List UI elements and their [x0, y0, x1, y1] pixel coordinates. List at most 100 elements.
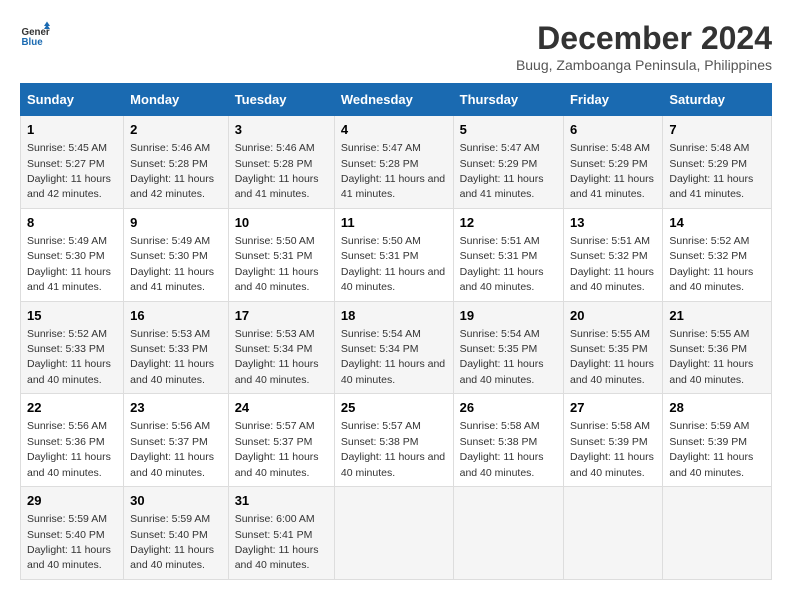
calendar-cell: 21Sunrise: 5:55 AMSunset: 5:36 PMDayligh…	[663, 301, 772, 394]
day-number: 19	[460, 307, 557, 325]
day-number: 8	[27, 214, 117, 232]
cell-info: Sunrise: 5:46 AMSunset: 5:28 PMDaylight:…	[235, 142, 319, 200]
header-cell-tuesday: Tuesday	[228, 84, 334, 116]
day-number: 2	[130, 121, 222, 139]
day-number: 10	[235, 214, 328, 232]
calendar-cell: 31Sunrise: 6:00 AMSunset: 5:41 PMDayligh…	[228, 487, 334, 580]
cell-info: Sunrise: 5:58 AMSunset: 5:39 PMDaylight:…	[570, 420, 654, 478]
calendar-cell: 15 Sunrise: 5:52 AMSunset: 5:33 PMDayligh…	[21, 301, 124, 394]
day-number: 25	[341, 399, 447, 417]
cell-info: Sunrise: 5:46 AMSunset: 5:28 PMDaylight:…	[130, 142, 214, 200]
calendar-cell: 10 Sunrise: 5:50 AMSunset: 5:31 PMDayligh…	[228, 208, 334, 301]
calendar-cell: 24Sunrise: 5:57 AMSunset: 5:37 PMDayligh…	[228, 394, 334, 487]
day-number: 6	[570, 121, 656, 139]
calendar-cell: 26Sunrise: 5:58 AMSunset: 5:38 PMDayligh…	[453, 394, 563, 487]
logo-icon: General Blue	[20, 20, 50, 50]
cell-info: Sunrise: 5:59 AMSunset: 5:40 PMDaylight:…	[27, 513, 111, 571]
day-number: 29	[27, 492, 117, 510]
day-number: 1	[27, 121, 117, 139]
header-cell-sunday: Sunday	[21, 84, 124, 116]
cell-info: Sunrise: 5:48 AMSunset: 5:29 PMDaylight:…	[669, 142, 753, 200]
cell-info: Sunrise: 5:50 AMSunset: 5:31 PMDaylight:…	[235, 235, 319, 293]
cell-info: Sunrise: 5:52 AMSunset: 5:32 PMDaylight:…	[669, 235, 753, 293]
calendar-cell: 11 Sunrise: 5:50 AMSunset: 5:31 PMDayligh…	[334, 208, 453, 301]
calendar-cell: 14 Sunrise: 5:52 AMSunset: 5:32 PMDayligh…	[663, 208, 772, 301]
week-row-1: 1 Sunrise: 5:45 AMSunset: 5:27 PMDaylight…	[21, 116, 772, 209]
cell-info: Sunrise: 6:00 AMSunset: 5:41 PMDaylight:…	[235, 513, 319, 571]
calendar-cell: 8 Sunrise: 5:49 AMSunset: 5:30 PMDaylight…	[21, 208, 124, 301]
calendar-cell	[663, 487, 772, 580]
day-number: 23	[130, 399, 222, 417]
calendar-cell	[563, 487, 662, 580]
cell-info: Sunrise: 5:51 AMSunset: 5:32 PMDaylight:…	[570, 235, 654, 293]
calendar-cell: 27 Sunrise: 5:58 AMSunset: 5:39 PMDayligh…	[563, 394, 662, 487]
day-number: 3	[235, 121, 328, 139]
calendar-cell: 1 Sunrise: 5:45 AMSunset: 5:27 PMDaylight…	[21, 116, 124, 209]
calendar-cell: 9 Sunrise: 5:49 AMSunset: 5:30 PMDaylight…	[124, 208, 229, 301]
day-number: 15	[27, 307, 117, 325]
calendar-table: SundayMondayTuesdayWednesdayThursdayFrid…	[20, 83, 772, 580]
cell-info: Sunrise: 5:55 AMSunset: 5:36 PMDaylight:…	[669, 328, 753, 386]
cell-info: Sunrise: 5:49 AMSunset: 5:30 PMDaylight:…	[130, 235, 214, 293]
title-area: December 2024 Buug, Zamboanga Peninsula,…	[516, 20, 772, 73]
day-number: 28	[669, 399, 765, 417]
calendar-cell: 23Sunrise: 5:56 AMSunset: 5:37 PMDayligh…	[124, 394, 229, 487]
day-number: 20	[570, 307, 656, 325]
cell-info: Sunrise: 5:58 AMSunset: 5:38 PMDaylight:…	[460, 420, 544, 478]
day-number: 7	[669, 121, 765, 139]
cell-info: Sunrise: 5:59 AMSunset: 5:39 PMDaylight:…	[669, 420, 753, 478]
cell-info: Sunrise: 5:52 AMSunset: 5:33 PMDaylight:…	[27, 328, 111, 386]
calendar-cell: 2 Sunrise: 5:46 AMSunset: 5:28 PMDaylight…	[124, 116, 229, 209]
cell-info: Sunrise: 5:50 AMSunset: 5:31 PMDaylight:…	[341, 235, 445, 293]
header-cell-monday: Monday	[124, 84, 229, 116]
day-number: 27	[570, 399, 656, 417]
subtitle: Buug, Zamboanga Peninsula, Philippines	[516, 57, 772, 73]
cell-info: Sunrise: 5:47 AMSunset: 5:29 PMDaylight:…	[460, 142, 544, 200]
day-number: 24	[235, 399, 328, 417]
logo: General Blue	[20, 20, 50, 50]
day-number: 4	[341, 121, 447, 139]
day-number: 16	[130, 307, 222, 325]
day-number: 14	[669, 214, 765, 232]
cell-info: Sunrise: 5:47 AMSunset: 5:28 PMDaylight:…	[341, 142, 445, 200]
day-number: 11	[341, 214, 447, 232]
day-number: 13	[570, 214, 656, 232]
calendar-cell: 22 Sunrise: 5:56 AMSunset: 5:36 PMDayligh…	[21, 394, 124, 487]
day-number: 5	[460, 121, 557, 139]
header-cell-saturday: Saturday	[663, 84, 772, 116]
calendar-cell: 5 Sunrise: 5:47 AMSunset: 5:29 PMDaylight…	[453, 116, 563, 209]
day-number: 22	[27, 399, 117, 417]
cell-info: Sunrise: 5:45 AMSunset: 5:27 PMDaylight:…	[27, 142, 111, 200]
day-number: 30	[130, 492, 222, 510]
header-cell-thursday: Thursday	[453, 84, 563, 116]
week-row-2: 8 Sunrise: 5:49 AMSunset: 5:30 PMDaylight…	[21, 208, 772, 301]
cell-info: Sunrise: 5:57 AMSunset: 5:38 PMDaylight:…	[341, 420, 445, 478]
day-number: 9	[130, 214, 222, 232]
calendar-cell	[334, 487, 453, 580]
calendar-cell: 25 Sunrise: 5:57 AMSunset: 5:38 PMDayligh…	[334, 394, 453, 487]
calendar-cell: 30Sunrise: 5:59 AMSunset: 5:40 PMDayligh…	[124, 487, 229, 580]
header-row: SundayMondayTuesdayWednesdayThursdayFrid…	[21, 84, 772, 116]
week-row-3: 15 Sunrise: 5:52 AMSunset: 5:33 PMDayligh…	[21, 301, 772, 394]
calendar-cell: 17Sunrise: 5:53 AMSunset: 5:34 PMDayligh…	[228, 301, 334, 394]
calendar-cell	[453, 487, 563, 580]
day-number: 18	[341, 307, 447, 325]
calendar-cell: 12Sunrise: 5:51 AMSunset: 5:31 PMDayligh…	[453, 208, 563, 301]
header-cell-wednesday: Wednesday	[334, 84, 453, 116]
calendar-cell: 3 Sunrise: 5:46 AMSunset: 5:28 PMDaylight…	[228, 116, 334, 209]
calendar-cell: 7 Sunrise: 5:48 AMSunset: 5:29 PMDaylight…	[663, 116, 772, 209]
svg-text:Blue: Blue	[22, 37, 44, 48]
cell-info: Sunrise: 5:53 AMSunset: 5:34 PMDaylight:…	[235, 328, 319, 386]
cell-info: Sunrise: 5:53 AMSunset: 5:33 PMDaylight:…	[130, 328, 214, 386]
week-row-4: 22 Sunrise: 5:56 AMSunset: 5:36 PMDayligh…	[21, 394, 772, 487]
cell-info: Sunrise: 5:49 AMSunset: 5:30 PMDaylight:…	[27, 235, 111, 293]
cell-info: Sunrise: 5:54 AMSunset: 5:34 PMDaylight:…	[341, 328, 445, 386]
cell-info: Sunrise: 5:56 AMSunset: 5:36 PMDaylight:…	[27, 420, 111, 478]
header-cell-friday: Friday	[563, 84, 662, 116]
calendar-cell: 20Sunrise: 5:55 AMSunset: 5:35 PMDayligh…	[563, 301, 662, 394]
header: General Blue December 2024 Buug, Zamboan…	[20, 20, 772, 73]
calendar-cell: 28 Sunrise: 5:59 AMSunset: 5:39 PMDayligh…	[663, 394, 772, 487]
calendar-cell: 13 Sunrise: 5:51 AMSunset: 5:32 PMDayligh…	[563, 208, 662, 301]
cell-info: Sunrise: 5:51 AMSunset: 5:31 PMDaylight:…	[460, 235, 544, 293]
week-row-5: 29 Sunrise: 5:59 AMSunset: 5:40 PMDayligh…	[21, 487, 772, 580]
